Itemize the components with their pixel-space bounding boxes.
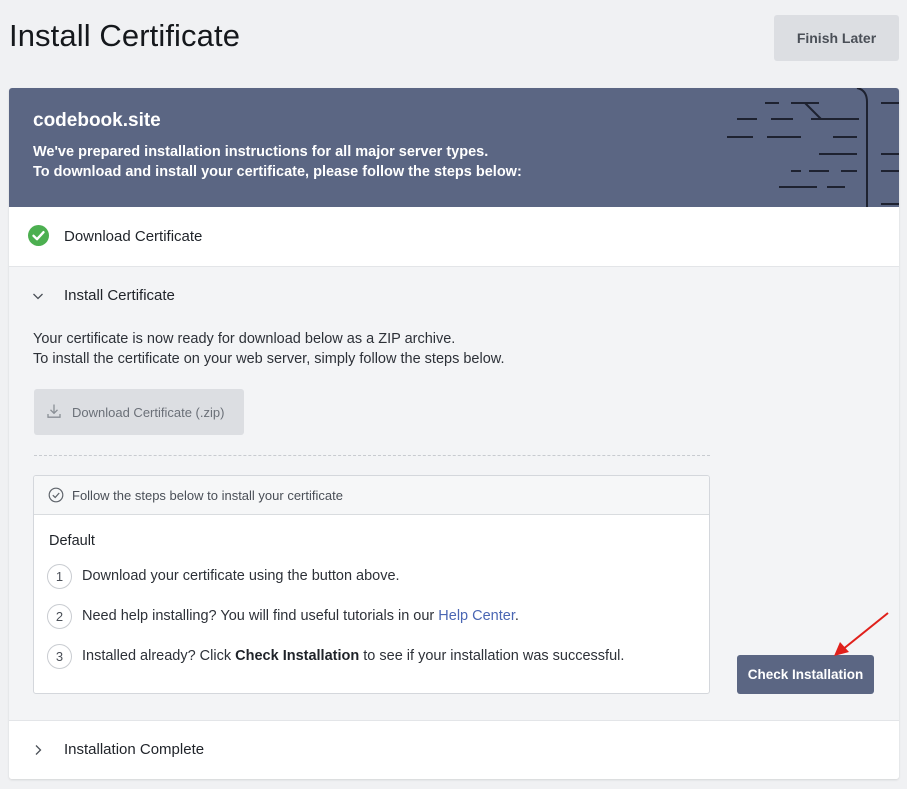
steps-header-label: Follow the steps below to install your c… bbox=[72, 488, 343, 503]
steps-panel: Follow the steps below to install your c… bbox=[33, 475, 710, 694]
section-download-label: Download Certificate bbox=[64, 228, 203, 245]
divider bbox=[34, 455, 710, 456]
section-installation-complete[interactable]: Installation Complete bbox=[9, 721, 899, 779]
check-circle-icon bbox=[28, 225, 49, 246]
step-item: 1 Download your certificate using the bu… bbox=[47, 564, 697, 590]
step-number: 2 bbox=[47, 604, 72, 629]
page-title: Install Certificate bbox=[9, 18, 241, 53]
step-text-part: to see if your installation was successf… bbox=[359, 648, 625, 664]
install-intro-line2: To install the certificate on your web s… bbox=[33, 351, 505, 367]
step-text-part: . bbox=[514, 608, 519, 624]
download-button-label: Download Certificate (.zip) bbox=[72, 404, 225, 420]
chevron-down-icon[interactable] bbox=[32, 290, 44, 302]
decorative-pattern-icon bbox=[727, 88, 899, 207]
steps-panel-header: Follow the steps below to install your c… bbox=[34, 476, 709, 515]
step-text-part: Installed already? Click bbox=[82, 648, 236, 664]
download-icon bbox=[47, 404, 61, 418]
check-circle-outline-icon bbox=[48, 487, 64, 503]
help-center-link[interactable]: Help Center bbox=[438, 608, 515, 624]
red-arrow-icon bbox=[834, 612, 889, 656]
step-item: 3 Installed already? Click Check Install… bbox=[47, 644, 697, 670]
banner-domain: codebook.site bbox=[33, 110, 161, 131]
step-number: 1 bbox=[47, 564, 72, 589]
check-installation-button[interactable]: Check Installation bbox=[737, 655, 874, 694]
section-install-certificate: Install Certificate Your certificate is … bbox=[9, 267, 899, 721]
section-complete-label: Installation Complete bbox=[64, 741, 205, 758]
step-text-part: Need help installing? You will find usef… bbox=[82, 608, 439, 624]
banner-description-line2: To download and install your certificate… bbox=[33, 164, 522, 180]
step-number: 3 bbox=[47, 644, 72, 669]
install-card: codebook.site We've prepared installatio… bbox=[9, 88, 899, 779]
banner: codebook.site We've prepared installatio… bbox=[9, 88, 899, 207]
install-intro-line1: Your certificate is now ready for downlo… bbox=[33, 331, 456, 347]
step-item: 2 Need help installing? You will find us… bbox=[47, 604, 697, 630]
step-text: Installed already? Click Check Installat… bbox=[82, 648, 624, 664]
download-certificate-zip-button[interactable]: Download Certificate (.zip) bbox=[34, 389, 244, 435]
server-type-label: Default bbox=[49, 533, 95, 549]
section-install-label[interactable]: Install Certificate bbox=[64, 287, 175, 304]
step-text: Need help installing? You will find usef… bbox=[82, 608, 519, 624]
step-text-bold: Check Installation bbox=[235, 648, 360, 664]
chevron-right-icon bbox=[35, 745, 42, 755]
step-text: Download your certificate using the butt… bbox=[82, 568, 400, 584]
section-download-certificate[interactable]: Download Certificate bbox=[9, 207, 899, 267]
banner-description-line1: We've prepared installation instructions… bbox=[33, 144, 489, 160]
finish-later-button[interactable]: Finish Later bbox=[774, 15, 899, 61]
